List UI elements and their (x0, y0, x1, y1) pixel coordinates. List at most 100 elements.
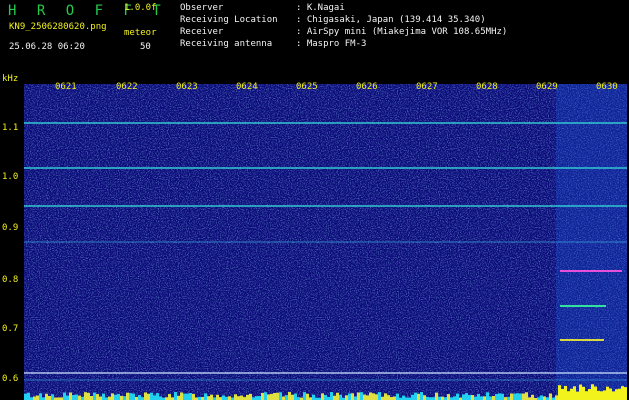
noise-floor-bar (441, 396, 444, 400)
noise-floor-bar (387, 395, 390, 400)
x-tick-label: 0624 (236, 82, 258, 92)
noise-floor-bar (456, 393, 459, 400)
noise-floor-bar (579, 384, 582, 400)
noise-floor-bar (108, 396, 111, 400)
x-tick-label: 0626 (356, 82, 378, 92)
noise-floor-bar (606, 386, 609, 400)
observer-value: : K.Nagai (296, 3, 345, 13)
noise-floor-bar (177, 395, 180, 400)
noise-floor-bar (99, 396, 102, 400)
noise-floor-bar (543, 396, 546, 400)
noise-floor-bar (549, 393, 552, 400)
noise-floor-bar (567, 391, 570, 400)
noise-floor-bar (189, 392, 192, 400)
noise-floor-bar (330, 392, 333, 400)
noise-floor-bar (396, 393, 399, 400)
noise-floor-bar (126, 392, 129, 400)
noise-floor-bar (51, 394, 54, 400)
noise-floor-bar (261, 392, 264, 400)
noise-floor-bar (615, 389, 618, 400)
x-tick-label: 0629 (536, 82, 558, 92)
noise-floor-bar (27, 392, 30, 400)
noise-floor-bar (264, 392, 267, 400)
noise-floor-bar (612, 391, 615, 400)
noise-floor-bar (420, 392, 423, 400)
noise-floor-bar (132, 393, 135, 400)
y-tick-label: 0.9 (2, 223, 19, 233)
noise-floor-bar (78, 395, 81, 400)
noise-floor-bar (255, 396, 258, 400)
noise-floor-bar (321, 393, 324, 400)
noise-floor-bar (591, 384, 594, 400)
noise-floor-bar (84, 392, 87, 400)
noise-floor-bar (90, 395, 93, 400)
receiver-label: Receiver (180, 27, 224, 37)
noise-floor-bar (366, 395, 369, 400)
file-name: KN9_2506280620.png (9, 22, 107, 32)
noise-floor-bar (516, 393, 519, 400)
y-tick-label: 0.8 (2, 275, 19, 285)
y-axis: kHz 1.1 1.0 0.9 0.8 0.7 0.6 (0, 72, 24, 400)
noise-floor-bar (369, 392, 372, 400)
noise-floor-bar (360, 392, 363, 400)
noise-floor-bar (378, 392, 381, 400)
noise-floor-bar (348, 393, 351, 400)
noise-floor-bar (174, 392, 177, 400)
noise-floor-bar (582, 386, 585, 400)
noise-floor-bar (480, 396, 483, 400)
noise-floor-bar (39, 393, 42, 400)
noise-floor-bar (495, 394, 498, 400)
noise-floor-bar (555, 395, 558, 400)
noise-floor-bar (216, 394, 219, 400)
noise-floor-bar (93, 392, 96, 400)
noise-floor-bar (447, 394, 450, 400)
noise-floor-bar (258, 396, 261, 400)
noise-floor-bar (597, 390, 600, 400)
y-tick-label: 1.0 (2, 172, 19, 182)
noise-floor-bar (435, 392, 438, 400)
noise-floor-bar (411, 394, 414, 400)
noise-floor-bar (531, 394, 534, 400)
noise-floor-bar (129, 393, 132, 400)
noise-floor-bar (384, 393, 387, 400)
noise-floor-bar (102, 393, 105, 400)
noise-floor-bar (282, 396, 285, 400)
noise-floor-bar (498, 393, 501, 400)
noise-floor-bar (303, 392, 306, 400)
noise-floor-bar (375, 394, 378, 400)
noise-floor-bar (561, 388, 564, 400)
noise-floor-bar (540, 395, 543, 400)
noise-floor-bar (237, 396, 240, 400)
noise-floor-bar (147, 393, 150, 400)
noise-floor-bar (222, 395, 225, 400)
noise-floor-bar (204, 393, 207, 400)
noise-floor-bar (114, 394, 117, 400)
x-tick-label: 0627 (416, 82, 438, 92)
noise-floor-bar (576, 391, 579, 400)
noise-floor-bar (573, 386, 576, 400)
noise-floor-bar (159, 396, 162, 400)
noise-floor-bar (306, 393, 309, 400)
noise-floor-bar (153, 395, 156, 400)
x-tick-label: 0623 (176, 82, 198, 92)
location-label: Receiving Location (180, 15, 278, 25)
noise-floor-bar (417, 393, 420, 400)
noise-floor-bar (483, 396, 486, 400)
noise-floor-bar (354, 396, 357, 400)
noise-floor-bar (168, 394, 171, 400)
noise-floor-bar (465, 393, 468, 400)
noise-floor-bar (111, 393, 114, 400)
noise-floor-bar (267, 394, 270, 400)
noise-floor-bar (240, 395, 243, 400)
noise-floor-bar (66, 395, 69, 400)
noise-floor-bar (486, 392, 489, 400)
noise-floor-bar (588, 389, 591, 400)
noise-floor-bar (519, 393, 522, 400)
noise-floor-bar (363, 394, 366, 400)
noise-floor-bar (609, 388, 612, 400)
antenna-value: : Maspro FM-3 (296, 39, 367, 49)
noise-floor-bar (180, 392, 183, 400)
noise-floor-bar (477, 393, 480, 400)
spectrogram-plot (24, 84, 627, 400)
noise-floor-bar (33, 396, 36, 400)
